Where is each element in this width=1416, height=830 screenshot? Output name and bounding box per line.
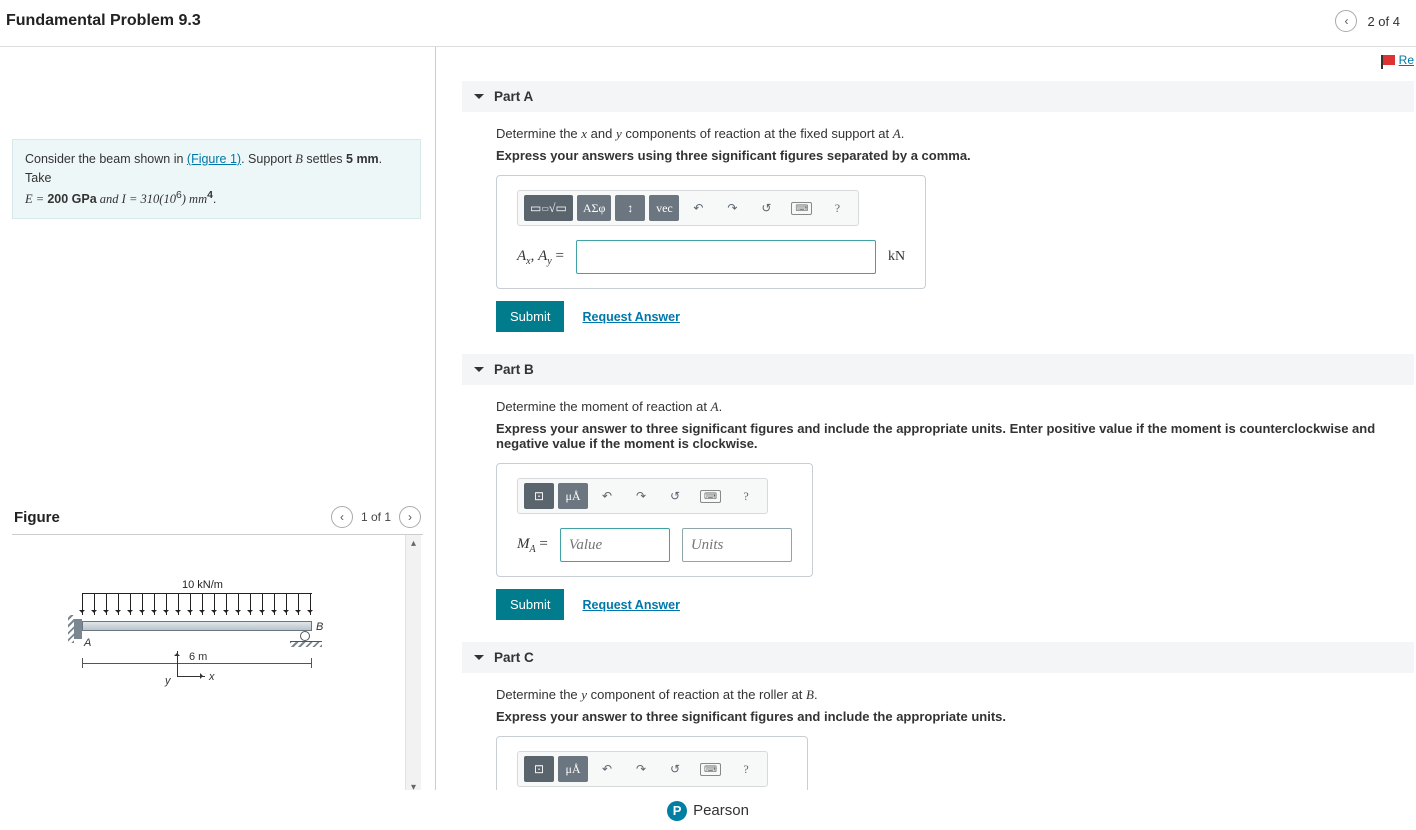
part-a-answer-input[interactable] (576, 240, 876, 274)
part-c-question: Determine the y component of reaction at… (496, 687, 1414, 703)
left-column: Consider the beam shown in (Figure 1). S… (0, 47, 436, 807)
reset-button[interactable]: ↺ (751, 195, 781, 221)
units-button[interactable]: μÅ (558, 483, 588, 509)
help-button[interactable]: ? (731, 483, 761, 509)
part-b-units-input[interactable] (682, 528, 792, 562)
keyboard-button[interactable]: ⌨ (694, 483, 727, 509)
keyboard-icon: ⌨ (700, 763, 721, 776)
load-arrows (82, 593, 312, 621)
subscript-button[interactable]: ↕ (615, 195, 645, 221)
undo-button[interactable]: ↶ (592, 483, 622, 509)
undo-button[interactable]: ↶ (592, 756, 622, 782)
figure-link[interactable]: (Figure 1) (187, 152, 241, 166)
help-button[interactable]: ? (822, 195, 852, 221)
part-a: Part A Determine the x and y components … (462, 81, 1414, 332)
keyboard-icon: ⌨ (700, 490, 721, 503)
collapse-icon[interactable] (474, 94, 484, 104)
collapse-icon[interactable] (474, 367, 484, 377)
part-c-toolbar: ⊡ μÅ ↶ ↷ ↺ ⌨ ? (517, 751, 768, 787)
greek-button[interactable]: ΑΣφ (577, 195, 612, 221)
part-b-request-answer-link[interactable]: Request Answer (582, 598, 679, 612)
part-c-instructions: Express your answer to three significant… (496, 709, 1414, 724)
part-b-toolbar: ⊡ μÅ ↶ ↷ ↺ ⌨ ? (517, 478, 768, 514)
reset-button[interactable]: ↺ (660, 756, 690, 782)
problem-pager: 2 of 4 (1367, 14, 1400, 29)
collapse-icon[interactable] (474, 655, 484, 665)
keyboard-button[interactable]: ⌨ (785, 195, 818, 221)
part-a-answer-card: ▭▭√▭ ΑΣφ ↕ vec ↶ ↷ ↺ ⌨ ? Ax, Ay = kN (496, 175, 926, 289)
figure-prev-button[interactable]: ‹ (331, 506, 353, 528)
part-a-toolbar: ▭▭√▭ ΑΣφ ↕ vec ↶ ↷ ↺ ⌨ ? (517, 190, 859, 226)
figure-scrollbar[interactable]: ▴ ▾ (405, 535, 421, 795)
part-b-question: Determine the moment of reaction at A. (496, 399, 1414, 415)
page-title: Fundamental Problem 9.3 (6, 12, 201, 30)
vector-button[interactable]: vec (649, 195, 679, 221)
beam (82, 621, 312, 631)
keyboard-icon: ⌨ (791, 202, 812, 215)
fraction-button[interactable]: ⊡ (524, 756, 554, 782)
pearson-brand: Pearson (693, 802, 749, 819)
fraction-button[interactable]: ⊡ (524, 483, 554, 509)
figure-body: ▴ ▾ 10 kN/m A B (12, 535, 423, 795)
undo-button[interactable]: ↶ (683, 195, 713, 221)
part-a-request-answer-link[interactable]: Request Answer (582, 310, 679, 324)
review-link[interactable]: Re (1383, 53, 1414, 67)
label-a: A (84, 637, 91, 649)
label-b: B (316, 621, 323, 633)
part-a-instructions: Express your answers using three signifi… (496, 148, 1414, 163)
figure-pager: 1 of 1 (361, 510, 391, 524)
flag-icon (1383, 55, 1395, 65)
help-button[interactable]: ? (731, 756, 761, 782)
part-b-title: Part B (494, 362, 534, 377)
fixed-support-a (74, 619, 82, 639)
units-button[interactable]: μÅ (558, 756, 588, 782)
part-b-submit-button[interactable]: Submit (496, 589, 564, 620)
beam-diagram: 10 kN/m A B 6 m (82, 585, 342, 755)
prev-problem-button[interactable]: ‹ (1335, 10, 1357, 32)
load-label: 10 kN/m (182, 579, 223, 591)
template-button[interactable]: ▭▭√▭ (524, 195, 573, 221)
part-a-title: Part A (494, 89, 533, 104)
redo-button[interactable]: ↷ (626, 756, 656, 782)
right-column: Re Part A Determine the x and y componen… (436, 47, 1416, 807)
part-a-question: Determine the x and y components of reac… (496, 126, 1414, 142)
redo-button[interactable]: ↷ (717, 195, 747, 221)
dimension-line: 6 m (82, 655, 312, 671)
figure-title: Figure (14, 509, 60, 526)
scroll-up-icon[interactable]: ▴ (406, 535, 421, 551)
footer: P Pearson (0, 790, 1416, 830)
problem-statement: Consider the beam shown in (Figure 1). S… (12, 139, 421, 219)
part-a-lhs: Ax, Ay = (517, 248, 564, 267)
figure-header: Figure ‹ 1 of 1 › (12, 500, 423, 535)
part-c: Part C Determine the y component of reac… (462, 642, 1414, 807)
part-a-unit: kN (888, 249, 905, 265)
keyboard-button[interactable]: ⌨ (694, 756, 727, 782)
reset-button[interactable]: ↺ (660, 483, 690, 509)
part-c-title: Part C (494, 650, 534, 665)
redo-button[interactable]: ↷ (626, 483, 656, 509)
figure-next-button[interactable]: › (399, 506, 421, 528)
part-b: Part B Determine the moment of reaction … (462, 354, 1414, 620)
top-bar: Fundamental Problem 9.3 ‹ 2 of 4 (0, 0, 1416, 47)
part-b-answer-card: ⊡ μÅ ↶ ↷ ↺ ⌨ ? MA = (496, 463, 813, 577)
part-b-lhs: MA = (517, 536, 548, 555)
part-a-submit-button[interactable]: Submit (496, 301, 564, 332)
roller-support-b (300, 631, 310, 641)
pearson-logo-icon: P (667, 801, 687, 821)
part-b-value-input[interactable] (560, 528, 670, 562)
part-b-instructions: Express your answer to three significant… (496, 421, 1414, 451)
